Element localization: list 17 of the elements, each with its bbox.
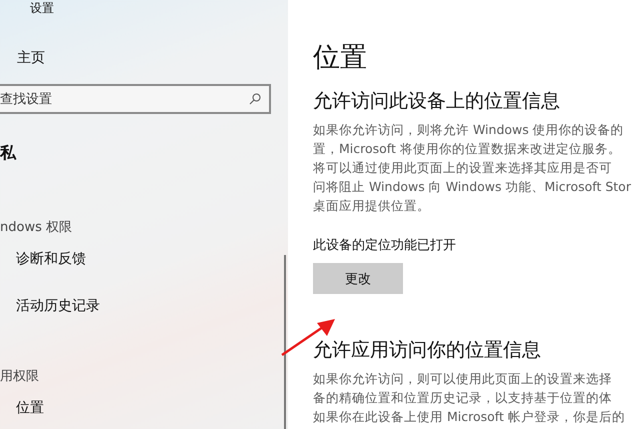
sidebar-item[interactable]: 位置 xyxy=(16,399,44,417)
home-link[interactable]: 主页 xyxy=(17,49,45,67)
change-button[interactable]: 更改 xyxy=(313,263,403,294)
sidebar-item[interactable]: 诊断和反馈 xyxy=(16,250,86,268)
page-title: 位置 xyxy=(313,41,368,75)
status-text: 此设备的定位功能已打开 xyxy=(313,237,456,254)
app-title: 设置 xyxy=(30,0,54,17)
search-field[interactable]: 查找设置 xyxy=(0,84,271,114)
section-label: 用权限 xyxy=(0,368,39,385)
description-text: 如果你允许访问，则将允许 Windows 使用你的设备的 置，Microsoft 将使用你的位置数据来改进定位服务。 将可以通过使用此页面上的设置来选择其应用是否可 问将阻止 Windows 向 Windows 功能、Microsoft Stor 桌面应用提供位置。 xyxy=(313,121,631,215)
description-text: 如果你允许访问，则可以使用此页面上的设置来选择 备的精确位置和位置历史记录，以支持基于位置的体 如果你在此设备上使用 Microsoft 帐户登录，你是后的 xyxy=(313,370,625,426)
section-heading: 允许应用访问你的位置信息 xyxy=(313,338,542,363)
sidebar-item[interactable]: 活动历史记录 xyxy=(16,297,100,315)
search-icon xyxy=(249,93,261,105)
scrollbar[interactable] xyxy=(284,255,286,429)
section-heading: 允许访问此设备上的位置信息 xyxy=(313,89,561,114)
section-label: ndows 权限 xyxy=(0,219,72,236)
